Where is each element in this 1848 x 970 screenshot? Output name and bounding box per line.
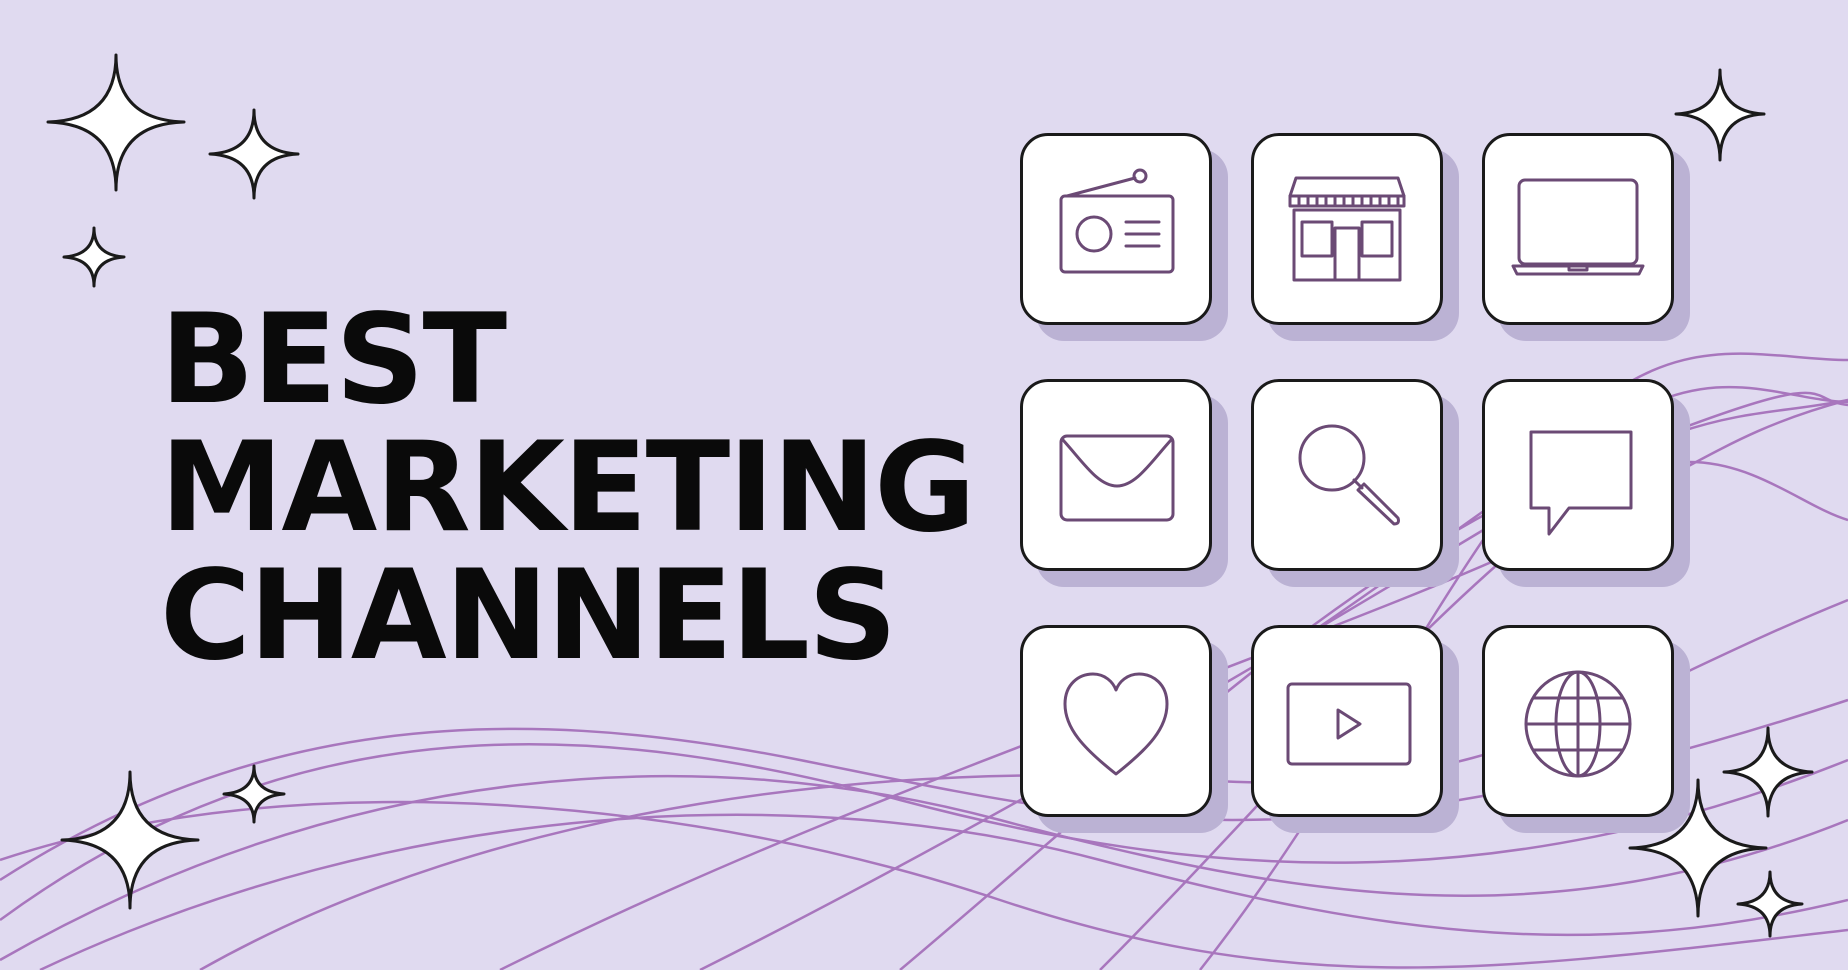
video-play-icon [1286, 682, 1412, 766]
channel-tile-laptop [1482, 133, 1674, 325]
sparkle-icon [1722, 726, 1814, 818]
speech-bubble-icon [1529, 430, 1633, 536]
sparkle-icon [46, 53, 186, 192]
channel-tile-storefront [1251, 133, 1443, 325]
sparkle-icon [62, 226, 126, 288]
channel-tile-radio [1020, 133, 1212, 325]
headline-line-2: MARKETING [160, 416, 976, 560]
channel-tile-web [1482, 625, 1674, 817]
globe-icon [1524, 670, 1632, 778]
channel-tile-email [1020, 379, 1212, 571]
sparkle-icon [208, 108, 300, 200]
headline-line-3: CHANNELS [160, 544, 897, 688]
channel-tile-social [1020, 625, 1212, 817]
sparkle-icon [1674, 68, 1766, 162]
sparkle-icon [222, 764, 286, 824]
storefront-icon [1288, 176, 1406, 282]
headline: BEST MARKETING CHANNELS [160, 288, 976, 688]
channel-tile-video [1251, 625, 1443, 817]
radio-icon [1059, 168, 1175, 274]
headline-line-1: BEST [160, 288, 507, 432]
channel-tile-chat [1482, 379, 1674, 571]
envelope-icon [1059, 434, 1175, 522]
heart-icon [1063, 672, 1169, 776]
sparkle-icon [60, 770, 200, 910]
laptop-icon [1511, 178, 1645, 276]
sparkle-icon [1736, 870, 1804, 938]
magnifier-icon [1298, 424, 1400, 526]
channel-tile-search [1251, 379, 1443, 571]
